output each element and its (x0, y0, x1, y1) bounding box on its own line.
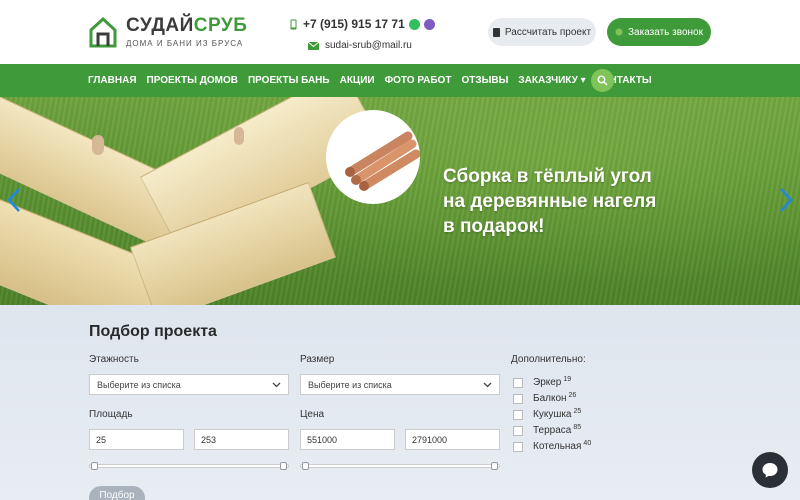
option-balcony[interactable]: Балкон 26 (513, 392, 577, 404)
search-button[interactable] (591, 69, 614, 92)
nav-item-customer[interactable]: ЗАКАЗЧИКУ ▾ (518, 75, 585, 86)
logo-title-part2: СРУБ (193, 15, 248, 36)
checkbox[interactable] (513, 393, 523, 404)
chevron-down-icon (483, 382, 492, 388)
filter-title: Подбор проекта (89, 323, 217, 340)
nav-item-reviews[interactable]: ОТЗЫВЫ (461, 75, 508, 86)
floors-select[interactable]: Выберите из списка (89, 374, 289, 395)
hero-line-2: на деревянные нагеля (443, 191, 657, 212)
chevron-left-icon[interactable] (6, 187, 22, 213)
price-min-input[interactable]: 551000 (300, 429, 395, 450)
nav-item-photos[interactable]: ФОТО РАБОТ (385, 75, 452, 86)
house-logo-icon (89, 16, 117, 48)
option-bay-window[interactable]: Эркер 19 (513, 376, 572, 388)
wood-dowel (234, 127, 244, 145)
logo[interactable]: СУДАЙСРУБ ДОМА И БАНИ ИЗ БРУСА (88, 16, 247, 48)
submit-filter-button[interactable]: Подбор (89, 486, 145, 500)
phone-icon (290, 19, 297, 29)
chat-bubble-icon (762, 463, 778, 478)
hero-slider: Сборка в тёплый угол на деревянные нагел… (0, 97, 800, 305)
chevron-down-icon (272, 382, 281, 388)
logo-subtitle: ДОМА И БАНИ ИЗ БРУСА (126, 39, 244, 48)
request-call-label: Заказать звонок (628, 26, 703, 38)
size-select[interactable]: Выберите из списка (300, 374, 500, 395)
size-label: Размер (300, 354, 335, 365)
dowels-image (326, 110, 421, 204)
floors-select-value: Выберите из списка (97, 379, 181, 390)
option-label: Кукушка (533, 409, 572, 420)
option-label: Эркер (533, 377, 562, 388)
option-count: 26 (568, 392, 577, 399)
viber-icon[interactable] (423, 18, 435, 30)
calculate-project-label: Рассчитать проект (504, 26, 592, 38)
option-label: Терраса (533, 425, 572, 436)
whatsapp-icon[interactable] (408, 18, 420, 30)
checkbox[interactable] (513, 441, 523, 452)
hero-headline: Сборка в тёплый угол на деревянные нагел… (443, 164, 656, 239)
option-count: 19 (563, 376, 572, 383)
area-min-input[interactable]: 25 (89, 429, 184, 450)
project-filter: Подбор проекта Этажность Выберите из спи… (0, 305, 800, 500)
contacts: +7 (915) 915 17 71 sudai-srub@mail.ru (290, 16, 435, 51)
option-count: 85 (573, 424, 582, 431)
extra-label: Дополнительно: (511, 354, 586, 365)
area-label: Площадь (89, 409, 133, 420)
search-icon (597, 75, 608, 86)
checkbox[interactable] (513, 425, 523, 436)
nav-item-house-projects[interactable]: ПРОЕКТЫ ДОМОВ (147, 75, 238, 86)
logo-title-part1: СУДАЙ (126, 15, 194, 36)
site-header: СУДАЙСРУБ ДОМА И БАНИ ИЗ БРУСА +7 (915) … (0, 0, 800, 64)
area-max-input[interactable]: 253 (194, 429, 289, 450)
floors-label: Этажность (89, 354, 139, 365)
option-label: Котельная (533, 441, 582, 452)
option-cuckoo[interactable]: Кукушка 25 (513, 408, 582, 420)
price-label: Цена (300, 409, 325, 420)
option-boiler-room[interactable]: Котельная 40 (513, 440, 592, 452)
wood-dowel (92, 135, 104, 155)
chat-button[interactable] (752, 452, 788, 488)
area-range-slider[interactable] (89, 462, 289, 470)
option-count: 25 (573, 408, 582, 415)
checkbox[interactable] (513, 409, 523, 420)
calculator-icon (492, 27, 500, 37)
price-range-slider[interactable] (300, 462, 500, 470)
nav-item-promotions[interactable]: АКЦИИ (340, 75, 375, 86)
main-nav: ГЛАВНАЯ ПРОЕКТЫ ДОМОВ ПРОЕКТЫ БАНЬ АКЦИИ… (0, 64, 800, 97)
nav-item-bath-projects[interactable]: ПРОЕКТЫ БАНЬ (248, 75, 330, 86)
email-link[interactable]: sudai-srub@mail.ru (325, 40, 412, 51)
price-slider-handle-max[interactable] (491, 462, 498, 470)
size-select-value: Выберите из списка (308, 379, 392, 390)
request-call-button[interactable]: Заказать звонок (607, 18, 711, 46)
hero-line-1: Сборка в тёплый угол (443, 166, 652, 187)
option-label: Балкон (533, 393, 567, 404)
price-slider-handle-min[interactable] (302, 462, 309, 470)
mail-icon (308, 41, 319, 50)
chevron-right-icon[interactable] (778, 187, 794, 213)
phone-call-icon (615, 28, 623, 36)
price-max-input[interactable]: 2791000 (405, 429, 500, 450)
option-count: 40 (583, 440, 592, 447)
phone-number[interactable]: +7 (915) 915 17 71 (303, 17, 405, 31)
area-slider-handle-max[interactable] (280, 462, 287, 470)
area-slider-handle-min[interactable] (91, 462, 98, 470)
calculate-project-button[interactable]: Рассчитать проект (488, 18, 596, 46)
hero-line-3: в подарок! (443, 216, 545, 237)
wooden-dowels-icon (345, 131, 421, 191)
option-terrace[interactable]: Терраса 85 (513, 424, 582, 436)
checkbox[interactable] (513, 377, 523, 388)
nav-item-home[interactable]: ГЛАВНАЯ (88, 75, 137, 86)
